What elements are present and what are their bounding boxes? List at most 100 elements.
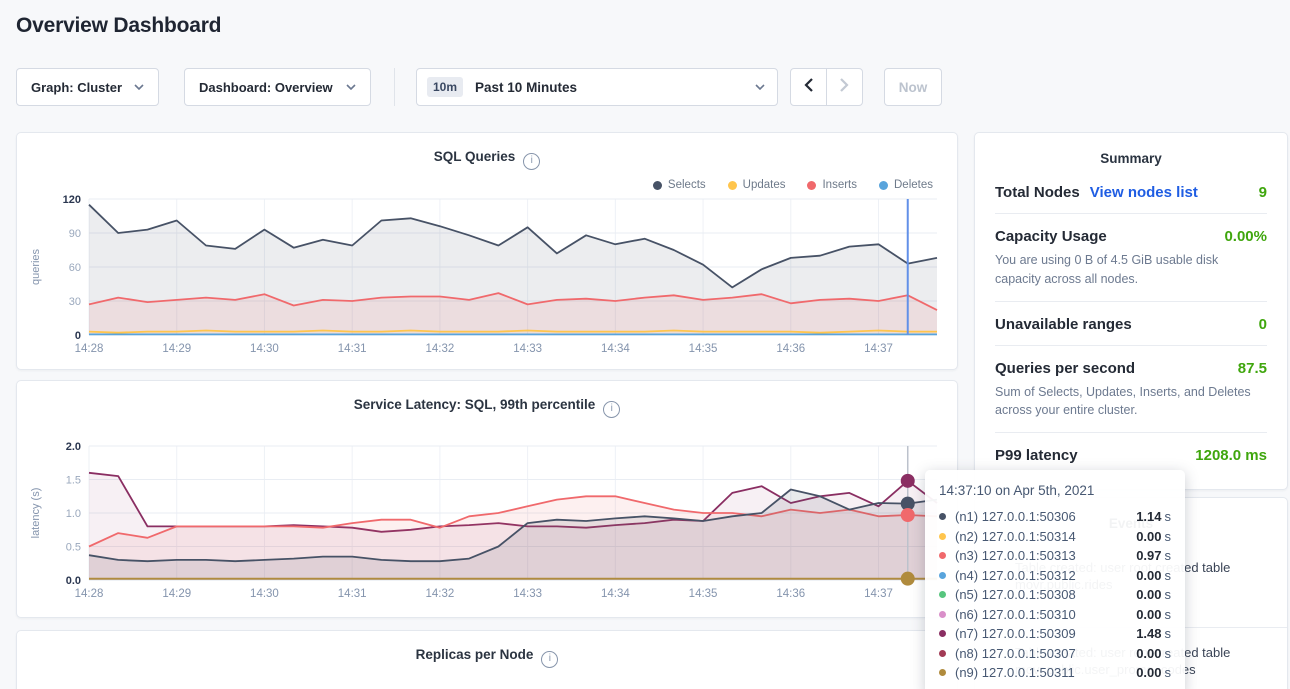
svg-text:14:34: 14:34 bbox=[601, 343, 630, 355]
svg-text:14:28: 14:28 bbox=[75, 588, 104, 600]
series-dot-icon bbox=[939, 591, 946, 598]
summary-row: Unavailable ranges0 bbox=[995, 302, 1267, 346]
info-icon[interactable]: i bbox=[523, 153, 540, 170]
svg-text:14:29: 14:29 bbox=[162, 343, 191, 355]
sql-chart-legend: Selects Updates Inserts Deletes bbox=[653, 179, 933, 191]
summary-rows: Total NodesView nodes list9Capacity Usag… bbox=[975, 166, 1287, 476]
svg-text:14:28: 14:28 bbox=[75, 343, 104, 355]
tooltip-node-label: (n8) 127.0.0.1:50307 bbox=[955, 646, 1076, 661]
svg-text:0: 0 bbox=[75, 330, 81, 342]
chart-title-sql-queries: SQL Queries i bbox=[17, 149, 957, 170]
series-dot-icon bbox=[939, 650, 946, 657]
legend-item-updates[interactable]: Updates bbox=[728, 179, 786, 191]
tooltip-node-unit: s bbox=[1165, 626, 1172, 641]
view-nodes-list-link[interactable]: View nodes list bbox=[1090, 184, 1198, 201]
legend-item-deletes[interactable]: Deletes bbox=[879, 179, 933, 191]
summary-metric-value: 0.00% bbox=[1224, 228, 1267, 245]
svg-text:1.0: 1.0 bbox=[66, 508, 81, 520]
chart-hover-tooltip: 14:37:10 on Apr 5th, 2021 (n1) 127.0.0.1… bbox=[925, 470, 1185, 689]
info-icon[interactable]: i bbox=[603, 401, 620, 418]
chart-title-replicas: Replicas per Node i bbox=[17, 647, 957, 668]
summary-metric-value: 87.5 bbox=[1238, 360, 1267, 377]
controls-divider bbox=[394, 68, 395, 106]
series-dot-icon bbox=[939, 669, 946, 676]
svg-text:14:32: 14:32 bbox=[426, 588, 455, 600]
tooltip-node-label: (n6) 127.0.0.1:50310 bbox=[955, 607, 1076, 622]
info-icon[interactable]: i bbox=[541, 651, 558, 668]
legend-label: Updates bbox=[743, 179, 786, 191]
tooltip-node-value: 0.00 bbox=[1136, 646, 1161, 661]
svg-text:14:31: 14:31 bbox=[338, 343, 367, 355]
tooltip-node-row: (n2) 127.0.0.1:503140.00s bbox=[939, 527, 1171, 547]
legend-dot-icon bbox=[807, 181, 816, 190]
tooltip-node-value: 0.00 bbox=[1136, 587, 1161, 602]
sql-queries-chart[interactable]: 14:2814:2914:3014:3114:3214:3314:3414:35… bbox=[25, 191, 951, 355]
graph-scope-label: Graph: Cluster bbox=[31, 80, 122, 95]
tooltip-node-value: 0.00 bbox=[1136, 529, 1161, 544]
svg-text:120: 120 bbox=[63, 194, 81, 206]
prev-timewindow-button[interactable] bbox=[790, 68, 827, 106]
chevron-down-icon bbox=[134, 84, 144, 90]
summary-row: Total NodesView nodes list9 bbox=[995, 170, 1267, 214]
summary-metric-value: 9 bbox=[1259, 184, 1267, 201]
tooltip-node-row: (n1) 127.0.0.1:50306 1.14 s bbox=[939, 507, 1171, 527]
svg-text:14:36: 14:36 bbox=[776, 588, 805, 600]
series-dot-icon bbox=[939, 552, 946, 559]
legend-item-selects[interactable]: Selects bbox=[653, 179, 706, 191]
tooltip-node-value: 1.14 bbox=[1136, 509, 1161, 524]
summary-metric-label: Queries per second bbox=[995, 360, 1135, 377]
overview-dashboard-page: Overview Dashboard Graph: Cluster Dashbo… bbox=[0, 0, 1290, 689]
tooltip-node-value: 0.00 bbox=[1136, 607, 1161, 622]
tooltip-node-row: (n4) 127.0.0.1:503120.00s bbox=[939, 566, 1171, 586]
tooltip-node-label: (n7) 127.0.0.1:50309 bbox=[955, 626, 1076, 641]
graph-scope-dropdown[interactable]: Graph: Cluster bbox=[16, 68, 159, 106]
svg-text:14:29: 14:29 bbox=[162, 588, 191, 600]
series-dot-icon bbox=[939, 572, 946, 579]
replicas-per-node-card: Replicas per Node i bbox=[16, 630, 958, 689]
tooltip-node-value: 0.00 bbox=[1136, 665, 1161, 680]
tooltip-node-label: (n1) 127.0.0.1:50306 bbox=[955, 509, 1076, 524]
chart-title-service-latency: Service Latency: SQL, 99th percentilei bbox=[17, 397, 957, 418]
service-latency-chart[interactable]: 14:2814:2914:3014:3114:3214:3314:3414:35… bbox=[25, 425, 951, 603]
tooltip-node-unit: s bbox=[1165, 607, 1172, 622]
svg-text:14:35: 14:35 bbox=[689, 343, 718, 355]
svg-text:14:37: 14:37 bbox=[864, 343, 893, 355]
chart-title-text: Replicas per Node bbox=[416, 647, 534, 662]
svg-text:14:35: 14:35 bbox=[689, 588, 718, 600]
legend-dot-icon bbox=[879, 181, 888, 190]
svg-text:14:37: 14:37 bbox=[864, 588, 893, 600]
svg-text:latency (s): latency (s) bbox=[30, 488, 42, 539]
svg-text:14:33: 14:33 bbox=[513, 588, 542, 600]
legend-item-inserts[interactable]: Inserts bbox=[807, 179, 857, 191]
page-title: Overview Dashboard bbox=[16, 14, 221, 38]
svg-text:queries: queries bbox=[30, 248, 42, 285]
tooltip-node-unit: s bbox=[1165, 509, 1172, 524]
legend-label: Deletes bbox=[894, 179, 933, 191]
tooltip-node-unit: s bbox=[1165, 548, 1172, 563]
next-timewindow-button[interactable] bbox=[826, 68, 863, 106]
tooltip-node-row: (n5) 127.0.0.1:503080.00s bbox=[939, 585, 1171, 605]
svg-text:2.0: 2.0 bbox=[66, 441, 81, 453]
svg-text:1.5: 1.5 bbox=[66, 475, 81, 487]
svg-text:60: 60 bbox=[69, 262, 81, 274]
svg-text:14:36: 14:36 bbox=[776, 343, 805, 355]
service-latency-card: Service Latency: SQL, 99th percentilei 1… bbox=[16, 380, 958, 618]
svg-text:0.5: 0.5 bbox=[66, 542, 81, 554]
now-button[interactable]: Now bbox=[884, 68, 942, 106]
tooltip-node-unit: s bbox=[1165, 646, 1172, 661]
tooltip-node-unit: s bbox=[1165, 665, 1172, 680]
series-dot-icon bbox=[939, 533, 946, 540]
dashboard-dropdown[interactable]: Dashboard: Overview bbox=[184, 68, 371, 106]
legend-dot-icon bbox=[728, 181, 737, 190]
time-window-selector[interactable]: 10m Past 10 Minutes bbox=[416, 68, 778, 106]
tooltip-node-label: (n4) 127.0.0.1:50312 bbox=[955, 568, 1076, 583]
chart-title-text: SQL Queries bbox=[434, 149, 516, 164]
chevron-down-icon bbox=[755, 84, 765, 90]
tooltip-node-label: (n5) 127.0.0.1:50308 bbox=[955, 587, 1076, 602]
svg-text:30: 30 bbox=[69, 296, 81, 308]
chevron-left-icon bbox=[804, 78, 813, 97]
summary-title: Summary bbox=[975, 133, 1287, 166]
summary-metric-value: 0 bbox=[1259, 316, 1267, 333]
summary-metric-label: P99 latency bbox=[995, 447, 1078, 464]
chevron-down-icon bbox=[346, 84, 356, 90]
